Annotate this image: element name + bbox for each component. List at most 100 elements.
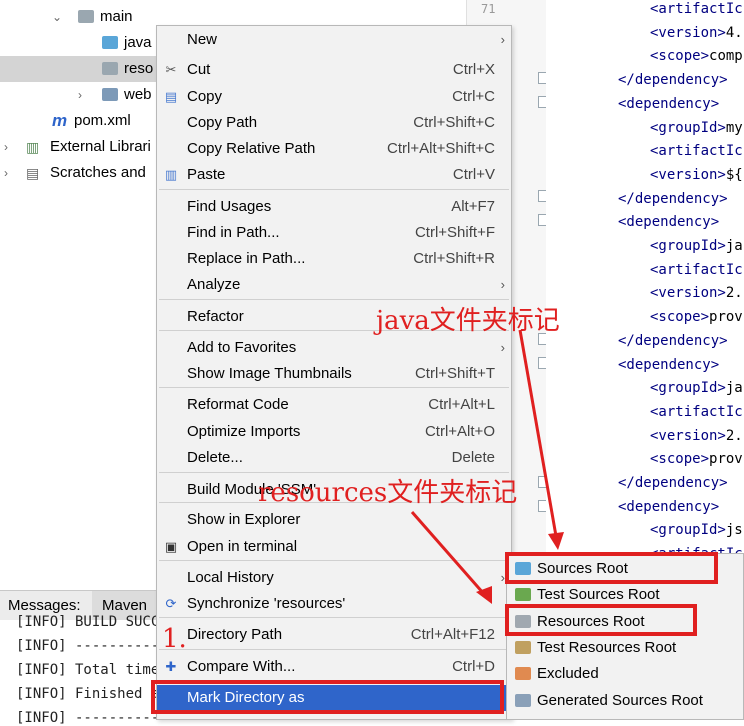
code-line: <scope>comp (650, 45, 743, 67)
menu-item-open-in-terminal[interactable]: ▣ Open in terminal (157, 534, 511, 560)
web-folder-icon (102, 88, 118, 101)
log-line: [INFO] ----------- (16, 710, 168, 726)
code-line: <artifactIc (650, 0, 743, 20)
menu-item-find-usages[interactable]: Find Usages Alt+F7 (157, 194, 511, 220)
log-line: [INFO] Total time: (16, 662, 168, 678)
code-line: <groupId>my (650, 117, 743, 139)
xml-tag: <version> (650, 285, 726, 302)
xml-tag: </dependency> (618, 72, 728, 89)
xml-tag: <artifactIc (650, 403, 743, 420)
menu-item-replace-in-path[interactable]: Replace in Path... Ctrl+Shift+R (157, 246, 511, 272)
menu-item-add-to-favorites[interactable]: Add to Favorites › (157, 335, 511, 361)
code-line: </dependency> (618, 330, 728, 352)
submenu-item-test-resources-root[interactable]: Test Resources Root (507, 635, 743, 661)
menu-item-label: Add to Favorites (187, 339, 297, 356)
xml-tag: <version> (650, 24, 726, 41)
code-line: <version>${ (650, 164, 743, 186)
log-line: [INFO] Finished a (16, 686, 160, 702)
menu-item-show-in-explorer[interactable]: Show in Explorer (157, 507, 511, 533)
submenu-item-label: Generated Sources Root (537, 691, 703, 709)
line-number: 71 (481, 2, 496, 16)
menu-item-shortcut: Ctrl+Shift+R (413, 250, 495, 267)
menu-item-copy-relative-path[interactable]: Copy Relative Path Ctrl+Alt+Shift+C (157, 136, 511, 162)
xml-value: ja (725, 238, 743, 254)
menu-item-label: Copy (187, 88, 223, 105)
menu-item-show-image-thumbnails[interactable]: Show Image Thumbnails Ctrl+Shift+T (157, 361, 511, 387)
xml-tag: <dependency> (618, 214, 720, 231)
chevron-down-icon[interactable]: ⌄ (52, 4, 62, 30)
menu-item-copy[interactable]: ▤ Copy Ctrl+C (157, 84, 511, 110)
xml-tag: <groupId> (650, 380, 726, 397)
scratches-icon: ▤ (26, 165, 40, 181)
menu-item-local-history[interactable]: Local History › (157, 565, 511, 591)
tree-item-label: web (124, 86, 152, 103)
menu-item-label: Directory Path (187, 626, 283, 643)
code-line: <artifactIc (650, 259, 743, 281)
folder-icon (515, 640, 531, 654)
tree-item-label: reso (124, 60, 154, 77)
code-line: </dependency> (618, 188, 728, 210)
library-icon: ▥ (26, 139, 40, 155)
xml-tag: </dependency> (618, 190, 728, 207)
menu-item-cut[interactable]: ✂ Cut Ctrl+X (157, 57, 511, 83)
messages-tab[interactable]: Messages: (8, 597, 81, 614)
annotation-step-number: 1. (162, 624, 187, 654)
submenu-arrow-icon: › (500, 340, 505, 355)
menu-item-shortcut: Ctrl+Shift+T (414, 365, 495, 382)
submenu-item-excluded[interactable]: Excluded (507, 661, 743, 687)
menu-item-label: Open in terminal (187, 538, 298, 555)
menu-item-shortcut: Ctrl+Alt+O (424, 423, 495, 440)
chevron-right-icon[interactable]: › (78, 82, 82, 108)
menu-item-label: Refactor (187, 308, 244, 325)
menu-separator (159, 189, 509, 190)
submenu-arrow-icon: › (500, 32, 505, 47)
submenu-item-generated-sources-root[interactable]: Generated Sources Root (507, 688, 743, 714)
menu-item-shortcut: Ctrl+Alt+L (428, 396, 495, 413)
menu-item-label: Delete... (187, 449, 243, 466)
menu-item-analyze[interactable]: Analyze › (157, 272, 511, 298)
menu-item-label: Find Usages (187, 198, 272, 215)
menu-item-optimize-imports[interactable]: Optimize Imports Ctrl+Alt+O (157, 419, 511, 445)
menu-item-delete[interactable]: Delete... Delete (157, 445, 511, 471)
menu-item-directory-path[interactable]: Directory Path Ctrl+Alt+F12 (157, 622, 511, 648)
menu-item-paste[interactable]: ▥ Paste Ctrl+V (157, 162, 511, 188)
code-line: <groupId>ja (650, 377, 743, 399)
xml-tag: <version> (650, 427, 726, 444)
xml-value: ${ (725, 166, 743, 183)
menu-separator (159, 649, 509, 650)
annotation-java-mark: java文件夹标记 (376, 306, 560, 336)
menu-item-new[interactable]: New › (157, 27, 511, 53)
menu-item-label: Synchronize 'resources' (187, 595, 346, 612)
code-line: <dependency> (618, 496, 719, 518)
xml-value: prov (709, 309, 743, 326)
xml-tag: </dependency> (618, 332, 728, 349)
menu-item-reformat-code[interactable]: Reformat Code Ctrl+Alt+L (157, 392, 511, 418)
tree-item-label: Scratches and (50, 164, 146, 181)
menu-item-find-in-path[interactable]: Find in Path... Ctrl+Shift+F (157, 220, 511, 246)
xml-tag: <artifactIc (650, 1, 743, 17)
xml-value: ja (725, 380, 743, 397)
xml-tag: </dependency> (618, 475, 728, 491)
chevron-right-icon[interactable]: › (4, 160, 8, 186)
annotation-box-resources-root (505, 604, 697, 636)
menu-separator (159, 387, 509, 388)
xml-tag: <scope> (650, 309, 710, 326)
menu-item-compare-with[interactable]: ✚ Compare With... Ctrl+D (157, 654, 511, 680)
code-line: <scope>prov (650, 306, 743, 328)
maven-icon: m (52, 111, 68, 130)
menu-item-label: Optimize Imports (187, 423, 301, 440)
xml-tag: <groupId> (650, 119, 726, 136)
folder-icon (78, 10, 94, 23)
annotation-box-mark-directory (151, 680, 504, 714)
tree-item-label: java (124, 34, 152, 51)
menu-item-label: Show Image Thumbnails (187, 365, 352, 382)
code-line: <artifactIc (650, 140, 743, 162)
menu-item-label: Local History (187, 569, 274, 586)
xml-tag: <version> (650, 166, 726, 183)
menu-item-label: New (187, 31, 218, 48)
menu-item-synchronize[interactable]: ⟳ Synchronize 'resources' (157, 591, 511, 617)
xml-value: 2. (725, 285, 743, 302)
menu-item-copy-path[interactable]: Copy Path Ctrl+Shift+C (157, 110, 511, 136)
chevron-right-icon[interactable]: › (4, 134, 8, 160)
code-line: <version>2. (650, 282, 743, 304)
